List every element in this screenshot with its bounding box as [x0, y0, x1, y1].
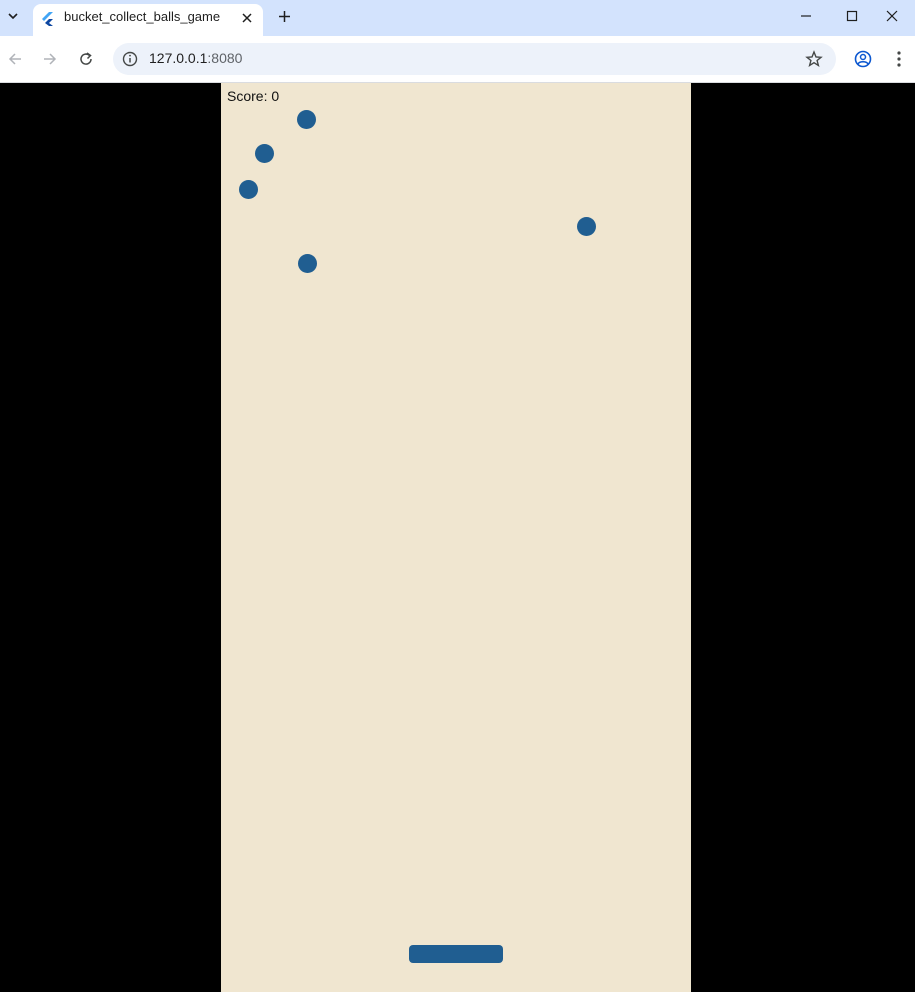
ball — [297, 110, 316, 129]
plus-icon — [278, 10, 290, 22]
reload-icon — [80, 52, 92, 65]
close-window-button[interactable] — [869, 0, 915, 32]
arrow-left-icon — [8, 53, 21, 65]
url-port: :8080 — [207, 50, 243, 66]
maximize-icon — [846, 10, 858, 22]
star-icon[interactable] — [805, 50, 823, 68]
back-button[interactable] — [2, 46, 28, 72]
tab-close-button[interactable] — [239, 10, 255, 26]
ball — [239, 180, 258, 199]
active-tab[interactable]: bucket_collect_balls_game — [33, 4, 263, 36]
forward-button[interactable] — [37, 46, 63, 72]
more-vert-icon — [897, 51, 901, 67]
bucket-paddle[interactable] — [409, 945, 503, 963]
ball — [577, 217, 596, 236]
new-tab-button[interactable] — [273, 5, 295, 27]
ball — [255, 144, 274, 163]
chevron-down-icon — [8, 13, 18, 20]
tab-title: bucket_collect_balls_game — [64, 9, 221, 24]
profile-button[interactable] — [850, 46, 876, 72]
address-bar[interactable]: 127.0.0.1:8080 — [113, 43, 836, 75]
minimize-icon — [801, 15, 811, 17]
arrow-right-icon — [44, 53, 57, 65]
score-label: Score: 0 — [227, 88, 280, 104]
tab-list-button[interactable] — [2, 4, 24, 28]
browser-toolbar: 127.0.0.1:8080 — [0, 36, 915, 83]
info-icon[interactable] — [121, 50, 139, 68]
url-host: 127.0.0.1 — [149, 50, 208, 66]
reload-button[interactable] — [73, 46, 99, 72]
tab-strip: bucket_collect_balls_game — [0, 0, 915, 36]
menu-button[interactable] — [886, 46, 912, 72]
minimize-button[interactable] — [783, 0, 829, 32]
url-text: 127.0.0.1:8080 — [149, 50, 242, 66]
ball — [298, 254, 317, 273]
close-icon — [242, 13, 252, 23]
account-icon — [854, 50, 872, 68]
game-area[interactable]: Score: 0 — [221, 83, 691, 992]
flutter-icon — [42, 12, 53, 26]
close-icon — [886, 10, 898, 22]
